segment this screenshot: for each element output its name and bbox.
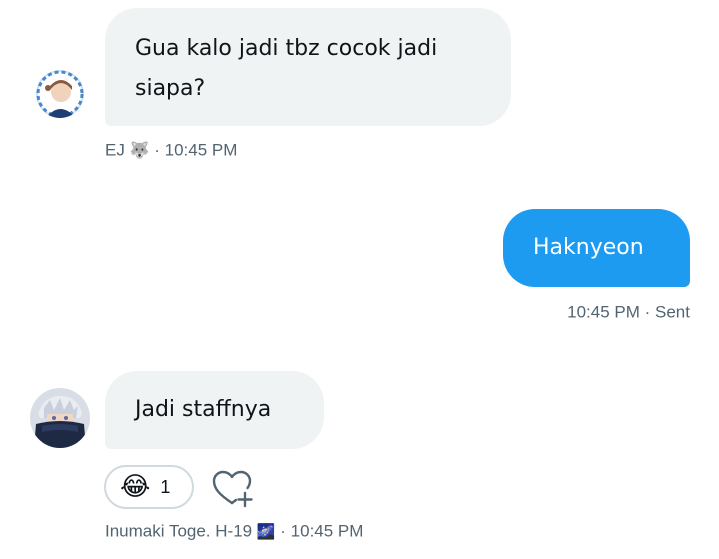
message-bubble-outgoing[interactable]: Haknyeon xyxy=(503,209,690,287)
message-meta: Inumaki Toge. H-19 🌌 · 10:45 PM xyxy=(105,521,363,542)
avatar-ej[interactable] xyxy=(36,70,84,118)
reaction-count: 1 xyxy=(160,476,171,497)
message-meta: EJ 🐺 · 10:45 PM xyxy=(105,140,237,161)
message-text-line: Gua kalo jadi tbz cocok jadi xyxy=(135,36,438,61)
message-time: 10:45 PM xyxy=(164,140,238,160)
heart-plus-icon[interactable] xyxy=(210,468,256,510)
message-status: Sent xyxy=(655,302,690,322)
meta-separator: · xyxy=(644,302,651,322)
message-text: Jadi staffnya xyxy=(135,397,272,422)
wolf-emoji-icon: 🐺 xyxy=(129,142,150,160)
message-text-line: siapa? xyxy=(135,76,206,101)
meta-separator: · xyxy=(154,140,160,160)
sender-name[interactable]: Inumaki Toge. H-19 xyxy=(105,522,252,541)
message-time: 10:45 PM xyxy=(567,302,640,322)
message-text: Haknyeon xyxy=(533,235,644,260)
avatar-inumaki[interactable] xyxy=(30,388,90,448)
meta-separator: · xyxy=(280,521,286,541)
message-time: 10:45 PM xyxy=(290,521,364,541)
message-bubble-incoming[interactable]: Jadi staffnya xyxy=(105,371,324,449)
sender-name[interactable]: EJ xyxy=(105,141,125,160)
message-bubble-incoming[interactable]: Gua kalo jadi tbz cocok jadi siapa? xyxy=(105,8,511,126)
reaction-pill[interactable]: 😂 1 xyxy=(104,465,194,509)
laughing-emoji-icon: 😂 xyxy=(120,472,151,502)
message-meta: 10:45 PM · Sent xyxy=(567,302,690,323)
galaxy-emoji-icon: 🌌 xyxy=(256,523,276,541)
